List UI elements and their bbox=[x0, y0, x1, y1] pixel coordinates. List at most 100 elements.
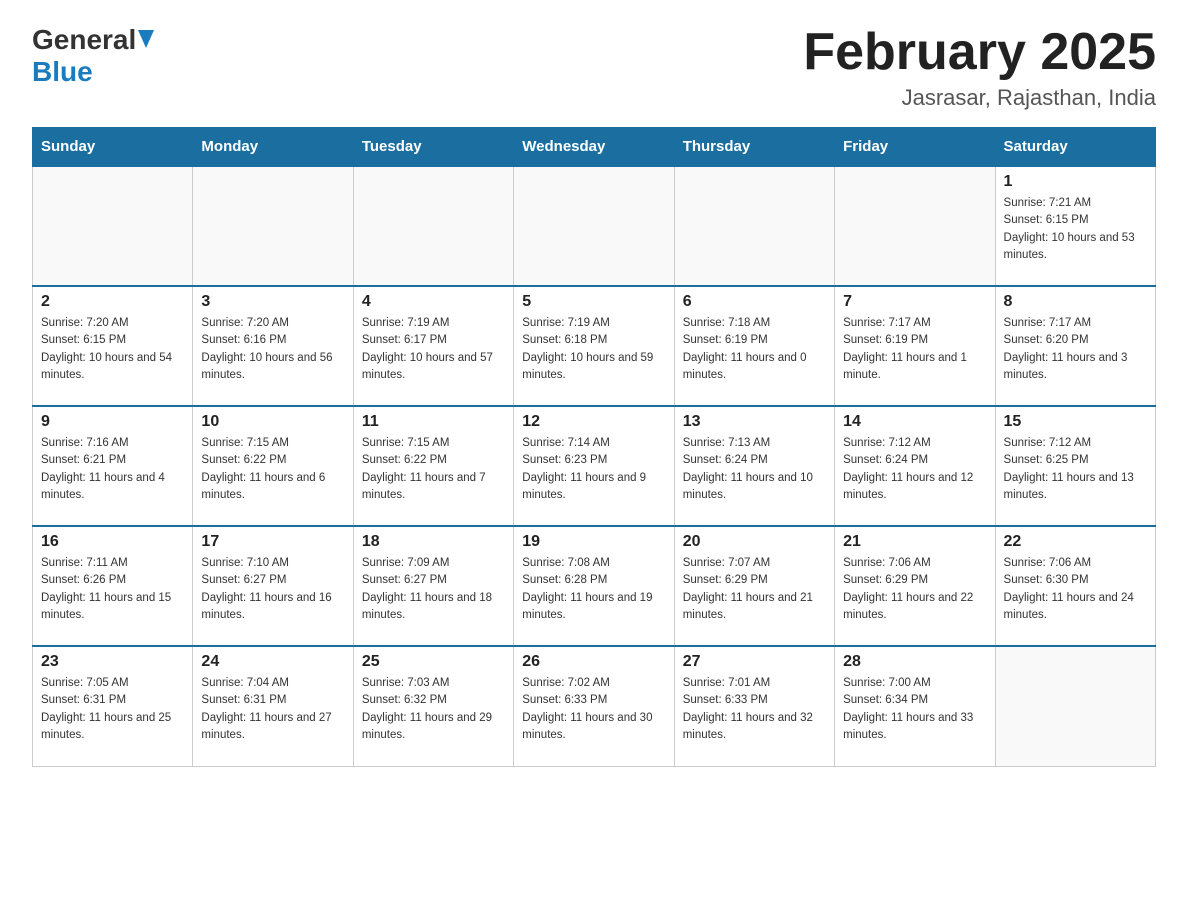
calendar-cell: 20 Sunrise: 7:07 AMSunset: 6:29 PMDayligh… bbox=[674, 526, 834, 646]
day-number: 8 bbox=[1004, 293, 1147, 311]
day-info: Sunrise: 7:03 AMSunset: 6:32 PMDaylight:… bbox=[362, 675, 505, 744]
day-number: 5 bbox=[522, 293, 665, 311]
calendar-table: SundayMondayTuesdayWednesdayThursdayFrid… bbox=[32, 127, 1156, 767]
day-number: 23 bbox=[41, 653, 184, 671]
calendar-cell: 7Sunrise: 7:17 AMSunset: 6:19 PMDaylight… bbox=[835, 286, 995, 406]
calendar-cell: 11 Sunrise: 7:15 AMSunset: 6:22 PMDayligh… bbox=[353, 406, 513, 526]
calendar-cell bbox=[674, 166, 834, 286]
day-info: Sunrise: 7:13 AMSunset: 6:24 PMDaylight:… bbox=[683, 435, 826, 504]
day-info: Sunrise: 7:15 AMSunset: 6:22 PMDaylight:… bbox=[201, 435, 344, 504]
day-info: Sunrise: 7:08 AMSunset: 6:28 PMDaylight:… bbox=[522, 555, 665, 624]
day-info: Sunrise: 7:04 AMSunset: 6:31 PMDaylight:… bbox=[201, 675, 344, 744]
day-number: 1 bbox=[1004, 173, 1147, 191]
days-header-row: SundayMondayTuesdayWednesdayThursdayFrid… bbox=[33, 128, 1156, 167]
day-number: 7 bbox=[843, 293, 986, 311]
day-info: Sunrise: 7:10 AMSunset: 6:27 PMDaylight:… bbox=[201, 555, 344, 624]
title-section: February 2025 Jasrasar, Rajasthan, India bbox=[803, 24, 1156, 111]
calendar-cell: 8 Sunrise: 7:17 AMSunset: 6:20 PMDaylight… bbox=[995, 286, 1155, 406]
day-header-friday: Friday bbox=[835, 128, 995, 167]
day-header-tuesday: Tuesday bbox=[353, 128, 513, 167]
calendar-cell: 28 Sunrise: 7:00 AMSunset: 6:34 PMDayligh… bbox=[835, 646, 995, 766]
day-number: 18 bbox=[362, 533, 505, 551]
day-info: Sunrise: 7:09 AMSunset: 6:27 PMDaylight:… bbox=[362, 555, 505, 624]
calendar-cell bbox=[353, 166, 513, 286]
day-number: 4 bbox=[362, 293, 505, 311]
calendar-cell: 12Sunrise: 7:14 AMSunset: 6:23 PMDayligh… bbox=[514, 406, 674, 526]
day-header-saturday: Saturday bbox=[995, 128, 1155, 167]
day-number: 25 bbox=[362, 653, 505, 671]
day-info: Sunrise: 7:15 AMSunset: 6:22 PMDaylight:… bbox=[362, 435, 505, 504]
calendar-cell: 22 Sunrise: 7:06 AMSunset: 6:30 PMDayligh… bbox=[995, 526, 1155, 646]
day-info: Sunrise: 7:11 AMSunset: 6:26 PMDaylight:… bbox=[41, 555, 184, 624]
week-row-2: 2Sunrise: 7:20 AMSunset: 6:15 PMDaylight… bbox=[33, 286, 1156, 406]
calendar-cell bbox=[193, 166, 353, 286]
day-info: Sunrise: 7:05 AMSunset: 6:31 PMDaylight:… bbox=[41, 675, 184, 744]
logo-arrow-icon bbox=[138, 30, 154, 53]
day-number: 13 bbox=[683, 413, 826, 431]
day-number: 3 bbox=[201, 293, 344, 311]
day-info: Sunrise: 7:12 AMSunset: 6:24 PMDaylight:… bbox=[843, 435, 986, 504]
calendar-title: February 2025 bbox=[803, 24, 1156, 81]
calendar-cell: 3 Sunrise: 7:20 AMSunset: 6:16 PMDaylight… bbox=[193, 286, 353, 406]
day-number: 22 bbox=[1004, 533, 1147, 551]
calendar-cell: 25 Sunrise: 7:03 AMSunset: 6:32 PMDayligh… bbox=[353, 646, 513, 766]
calendar-cell: 2Sunrise: 7:20 AMSunset: 6:15 PMDaylight… bbox=[33, 286, 193, 406]
day-info: Sunrise: 7:16 AMSunset: 6:21 PMDaylight:… bbox=[41, 435, 184, 504]
day-info: Sunrise: 7:07 AMSunset: 6:29 PMDaylight:… bbox=[683, 555, 826, 624]
day-info: Sunrise: 7:00 AMSunset: 6:34 PMDaylight:… bbox=[843, 675, 986, 744]
day-info: Sunrise: 7:18 AMSunset: 6:19 PMDaylight:… bbox=[683, 315, 826, 384]
week-row-4: 16 Sunrise: 7:11 AMSunset: 6:26 PMDayligh… bbox=[33, 526, 1156, 646]
calendar-cell: 26 Sunrise: 7:02 AMSunset: 6:33 PMDayligh… bbox=[514, 646, 674, 766]
day-number: 15 bbox=[1004, 413, 1147, 431]
day-info: Sunrise: 7:06 AMSunset: 6:29 PMDaylight:… bbox=[843, 555, 986, 624]
day-number: 19 bbox=[522, 533, 665, 551]
day-info: Sunrise: 7:12 AMSunset: 6:25 PMDaylight:… bbox=[1004, 435, 1147, 504]
calendar-cell: 6Sunrise: 7:18 AMSunset: 6:19 PMDaylight… bbox=[674, 286, 834, 406]
day-header-sunday: Sunday bbox=[33, 128, 193, 167]
day-number: 10 bbox=[201, 413, 344, 431]
day-header-monday: Monday bbox=[193, 128, 353, 167]
logo-general-text: General bbox=[32, 24, 136, 56]
calendar-cell: 14 Sunrise: 7:12 AMSunset: 6:24 PMDayligh… bbox=[835, 406, 995, 526]
calendar-cell bbox=[995, 646, 1155, 766]
calendar-cell bbox=[835, 166, 995, 286]
day-number: 20 bbox=[683, 533, 826, 551]
calendar-cell: 9 Sunrise: 7:16 AMSunset: 6:21 PMDaylight… bbox=[33, 406, 193, 526]
calendar-cell: 13 Sunrise: 7:13 AMSunset: 6:24 PMDayligh… bbox=[674, 406, 834, 526]
calendar-cell: 27 Sunrise: 7:01 AMSunset: 6:33 PMDayligh… bbox=[674, 646, 834, 766]
week-row-5: 23 Sunrise: 7:05 AMSunset: 6:31 PMDayligh… bbox=[33, 646, 1156, 766]
day-number: 28 bbox=[843, 653, 986, 671]
calendar-cell: 10 Sunrise: 7:15 AMSunset: 6:22 PMDayligh… bbox=[193, 406, 353, 526]
week-row-1: 1 Sunrise: 7:21 AMSunset: 6:15 PMDaylight… bbox=[33, 166, 1156, 286]
calendar-cell: 4Sunrise: 7:19 AMSunset: 6:17 PMDaylight… bbox=[353, 286, 513, 406]
day-number: 14 bbox=[843, 413, 986, 431]
calendar-cell: 17 Sunrise: 7:10 AMSunset: 6:27 PMDayligh… bbox=[193, 526, 353, 646]
calendar-cell: 15 Sunrise: 7:12 AMSunset: 6:25 PMDayligh… bbox=[995, 406, 1155, 526]
day-info: Sunrise: 7:21 AMSunset: 6:15 PMDaylight:… bbox=[1004, 195, 1147, 264]
logo: General Blue bbox=[32, 24, 154, 88]
day-info: Sunrise: 7:19 AMSunset: 6:18 PMDaylight:… bbox=[522, 315, 665, 384]
day-number: 16 bbox=[41, 533, 184, 551]
day-number: 12 bbox=[522, 413, 665, 431]
day-info: Sunrise: 7:02 AMSunset: 6:33 PMDaylight:… bbox=[522, 675, 665, 744]
day-number: 9 bbox=[41, 413, 184, 431]
day-info: Sunrise: 7:06 AMSunset: 6:30 PMDaylight:… bbox=[1004, 555, 1147, 624]
day-number: 17 bbox=[201, 533, 344, 551]
calendar-cell: 5 Sunrise: 7:19 AMSunset: 6:18 PMDaylight… bbox=[514, 286, 674, 406]
day-number: 27 bbox=[683, 653, 826, 671]
day-number: 21 bbox=[843, 533, 986, 551]
day-info: Sunrise: 7:20 AMSunset: 6:15 PMDaylight:… bbox=[41, 315, 184, 384]
day-info: Sunrise: 7:01 AMSunset: 6:33 PMDaylight:… bbox=[683, 675, 826, 744]
day-info: Sunrise: 7:20 AMSunset: 6:16 PMDaylight:… bbox=[201, 315, 344, 384]
day-number: 26 bbox=[522, 653, 665, 671]
day-info: Sunrise: 7:17 AMSunset: 6:20 PMDaylight:… bbox=[1004, 315, 1147, 384]
calendar-cell: 21 Sunrise: 7:06 AMSunset: 6:29 PMDayligh… bbox=[835, 526, 995, 646]
calendar-cell: 24Sunrise: 7:04 AMSunset: 6:31 PMDayligh… bbox=[193, 646, 353, 766]
calendar-cell bbox=[33, 166, 193, 286]
day-header-wednesday: Wednesday bbox=[514, 128, 674, 167]
day-number: 11 bbox=[362, 413, 505, 431]
week-row-3: 9 Sunrise: 7:16 AMSunset: 6:21 PMDaylight… bbox=[33, 406, 1156, 526]
calendar-cell: 19 Sunrise: 7:08 AMSunset: 6:28 PMDayligh… bbox=[514, 526, 674, 646]
calendar-cell: 16 Sunrise: 7:11 AMSunset: 6:26 PMDayligh… bbox=[33, 526, 193, 646]
calendar-cell: 23 Sunrise: 7:05 AMSunset: 6:31 PMDayligh… bbox=[33, 646, 193, 766]
